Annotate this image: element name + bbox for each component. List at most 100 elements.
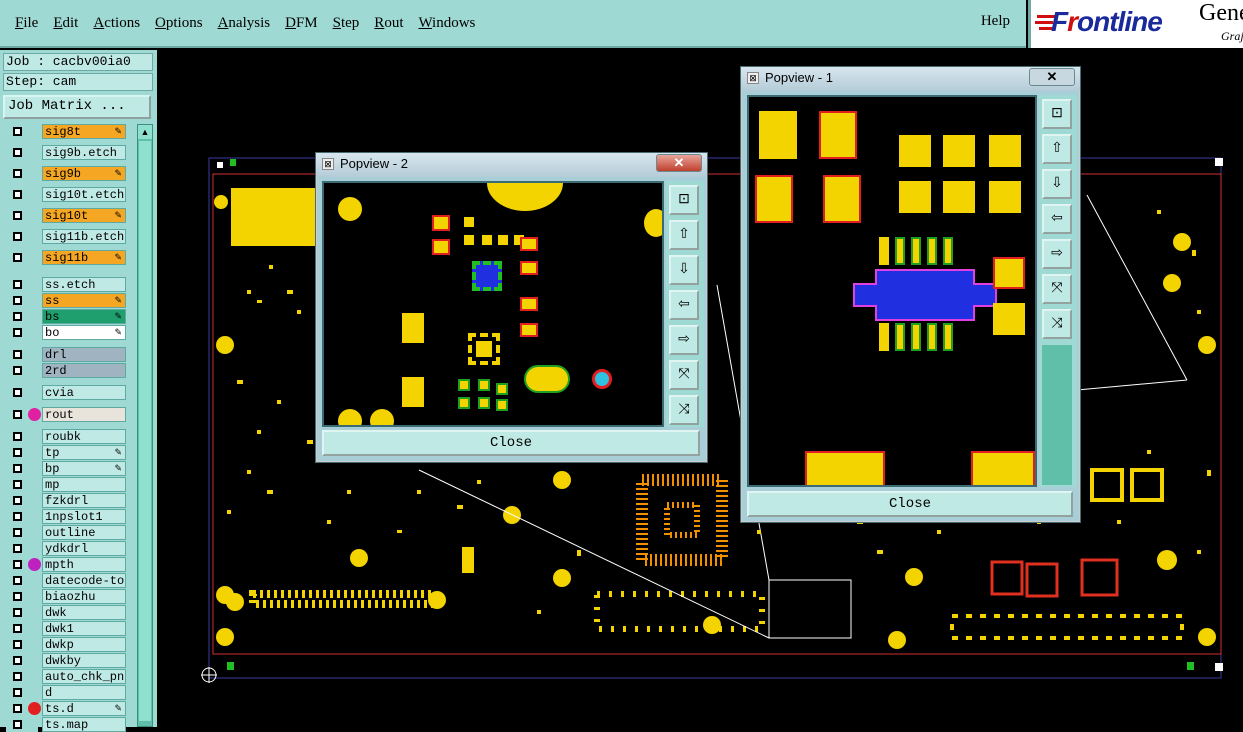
scroll-up-icon[interactable]: ▲ [138, 125, 152, 139]
layer-row[interactable]: sig11b ✎ [6, 250, 126, 265]
layer-checkbox[interactable] [6, 605, 38, 620]
layer-row[interactable]: outline [6, 525, 126, 540]
layer-row[interactable]: 1npslot1 [6, 509, 126, 524]
layer-name[interactable]: 2rd [42, 363, 126, 378]
menu-edit[interactable]: Edit [53, 15, 78, 32]
zoom-out-icon[interactable]: ⤧ [669, 360, 699, 390]
layer-row[interactable]: sig10t ✎ [6, 208, 126, 223]
menu-dfm[interactable]: DFM [285, 15, 318, 32]
layer-row[interactable]: sig9b ✎ [6, 166, 126, 181]
layer-row[interactable]: rout [6, 407, 126, 422]
popview-2-view[interactable] [322, 181, 664, 427]
layer-name[interactable]: sig9b ✎ [42, 166, 126, 181]
layer-name[interactable]: ts.d ✎ [42, 701, 126, 716]
layer-scrollbar[interactable]: ▲ [137, 124, 153, 727]
layer-row[interactable]: sig11b.etch [6, 229, 126, 244]
layer-name[interactable]: dwkp [42, 637, 126, 652]
layer-row[interactable]: auto_chk_pn. [6, 669, 126, 684]
layer-name[interactable]: sig11b.etch [42, 229, 126, 244]
zoom-box-icon[interactable]: ⊡ [1042, 99, 1072, 129]
layer-checkbox[interactable] [6, 385, 38, 400]
menu-windows[interactable]: Windows [418, 15, 475, 32]
layer-checkbox[interactable] [6, 293, 38, 308]
layer-row[interactable]: cvia [6, 385, 126, 400]
layer-row[interactable]: dwk1 [6, 621, 126, 636]
layer-checkbox[interactable] [6, 669, 38, 684]
layer-row[interactable]: 2rd [6, 363, 126, 378]
layer-row[interactable]: dwkp [6, 637, 126, 652]
layer-checkbox[interactable] [6, 717, 38, 732]
layer-name[interactable]: d [42, 685, 126, 700]
layer-row[interactable]: ts.map [6, 717, 126, 732]
pan-down-icon[interactable]: ⇩ [669, 255, 699, 285]
layer-name[interactable]: mpth [42, 557, 126, 572]
job-matrix-button[interactable]: Job Matrix ... [3, 95, 151, 119]
popview-2-close-button[interactable]: Close [322, 430, 700, 456]
layer-name[interactable]: dwkby [42, 653, 126, 668]
layer-name[interactable]: sig8t ✎ [42, 124, 126, 139]
layer-checkbox[interactable] [6, 637, 38, 652]
layer-checkbox[interactable] [6, 277, 38, 292]
pan-left-icon[interactable]: ⇦ [1042, 204, 1072, 234]
layer-name[interactable]: ss.etch [42, 277, 126, 292]
layer-name[interactable]: bo ✎ [42, 325, 126, 340]
layer-row[interactable]: dwk [6, 605, 126, 620]
layer-row[interactable]: sig10t.etch [6, 187, 126, 202]
layer-row[interactable]: bo ✎ [6, 325, 126, 340]
zoom-in-icon[interactable]: ⤨ [669, 395, 699, 425]
menu-options[interactable]: Options [155, 15, 203, 32]
layer-name[interactable]: ydkdrl [42, 541, 126, 556]
layer-name[interactable]: outline [42, 525, 126, 540]
pan-up-icon[interactable]: ⇧ [669, 220, 699, 250]
layer-checkbox[interactable] [6, 477, 38, 492]
layer-checkbox[interactable] [6, 445, 38, 460]
layer-checkbox[interactable] [6, 124, 38, 139]
layer-checkbox[interactable] [6, 685, 38, 700]
layer-name[interactable]: roubk [42, 429, 126, 444]
layer-name[interactable]: fzkdrl [42, 493, 126, 508]
layer-checkbox[interactable] [6, 621, 38, 636]
layer-row[interactable]: drl [6, 347, 126, 362]
zoom-box-icon[interactable]: ⊡ [669, 185, 699, 215]
layer-name[interactable]: sig10t ✎ [42, 208, 126, 223]
layer-name[interactable]: biaozhu [42, 589, 126, 604]
menu-analysis[interactable]: Analysis [218, 15, 271, 32]
menu-rout[interactable]: Rout [374, 15, 403, 32]
layer-name[interactable]: tp ✎ [42, 445, 126, 460]
zoom-in-icon[interactable]: ⤨ [1042, 309, 1072, 339]
layer-checkbox[interactable] [6, 541, 38, 556]
popview-1-close-button[interactable]: Close [747, 491, 1073, 517]
layer-checkbox[interactable] [6, 309, 38, 324]
layer-row[interactable]: bp ✎ [6, 461, 126, 476]
layer-row[interactable]: ss ✎ [6, 293, 126, 308]
layer-checkbox[interactable] [6, 187, 38, 202]
popview-2-titlebar[interactable]: ⊠ Popview - 2 [316, 153, 707, 177]
pan-up-icon[interactable]: ⇧ [1042, 134, 1072, 164]
layer-name[interactable]: rout [42, 407, 126, 422]
layer-name[interactable]: ts.map [42, 717, 126, 732]
layer-name[interactable]: dwk1 [42, 621, 126, 636]
layer-row[interactable]: fzkdrl [6, 493, 126, 508]
pan-left-icon[interactable]: ⇦ [669, 290, 699, 320]
layer-row[interactable]: ss.etch [6, 277, 126, 292]
layer-row[interactable]: tp ✎ [6, 445, 126, 460]
scroll-thumb[interactable] [139, 141, 151, 721]
layer-checkbox[interactable] [6, 493, 38, 508]
layer-name[interactable]: cvia [42, 385, 126, 400]
layer-name[interactable]: sig9b.etch [42, 145, 126, 160]
layer-row[interactable]: biaozhu [6, 589, 126, 604]
close-icon[interactable]: ✕ [656, 154, 702, 172]
layer-row[interactable]: sig8t ✎ [6, 124, 126, 139]
layer-checkbox[interactable] [6, 250, 38, 265]
layer-name[interactable]: mp [42, 477, 126, 492]
layer-name[interactable]: datecode-to [42, 573, 126, 588]
layer-checkbox[interactable] [6, 525, 38, 540]
layer-checkbox[interactable] [6, 347, 38, 362]
layer-row[interactable]: roubk [6, 429, 126, 444]
layer-checkbox[interactable] [6, 429, 38, 444]
layer-row[interactable]: mpth [6, 557, 126, 572]
layer-name[interactable]: bp ✎ [42, 461, 126, 476]
layer-checkbox[interactable] [6, 166, 38, 181]
layer-name[interactable]: ss ✎ [42, 293, 126, 308]
layer-row[interactable]: datecode-to [6, 573, 126, 588]
